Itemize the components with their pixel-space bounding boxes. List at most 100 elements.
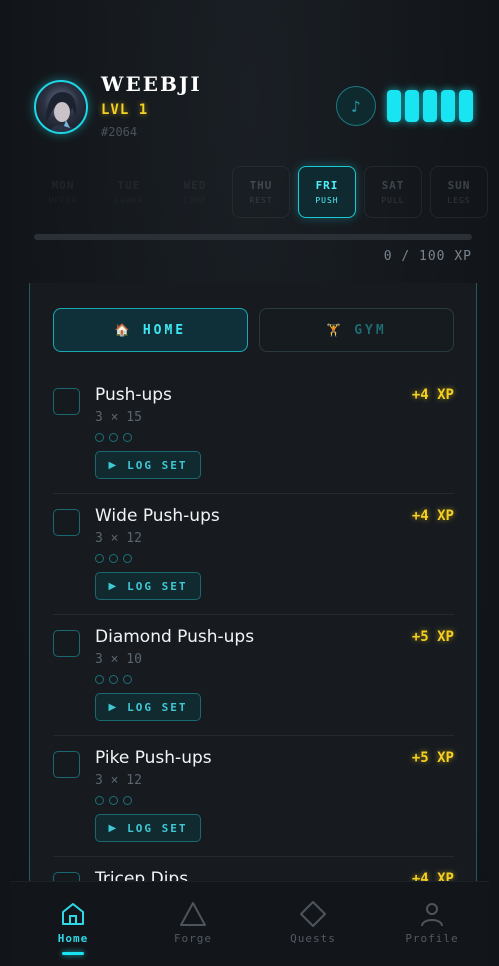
day-workout: PULL [381, 196, 405, 205]
xp-reward: +5 XP [411, 629, 454, 645]
play-icon: ▶ [108, 701, 119, 713]
set-dot [95, 796, 104, 805]
play-icon: ▶ [108, 580, 119, 592]
house-icon: 🏠 [114, 323, 133, 337]
exercise-checkbox[interactable] [53, 509, 80, 536]
user-icon [421, 903, 443, 927]
avatar[interactable] [34, 80, 88, 134]
day-workout: PUSH [315, 196, 339, 205]
xp-reward: +5 XP [411, 750, 454, 766]
xp-reward: +4 XP [411, 871, 454, 881]
set-progress-dots [95, 433, 132, 442]
log-set-label: LOG SET [127, 458, 188, 472]
nav-label: Profile [405, 932, 459, 945]
tab-home[interactable]: 🏠 HOME [53, 308, 248, 352]
nav-label: Home [57, 932, 89, 945]
log-set-button[interactable]: ▶ LOG SET [95, 572, 201, 600]
energy-bar [441, 90, 455, 122]
day-sat[interactable]: SAT PULL [364, 166, 422, 218]
xp-reward: +4 XP [411, 387, 454, 403]
bottom-nav: Home Forge Quests Profile [10, 881, 489, 966]
day-workout: UPPER [48, 196, 78, 205]
set-dot [123, 433, 132, 442]
energy-bar [423, 90, 437, 122]
set-dot [109, 675, 118, 684]
log-set-label: LOG SET [127, 579, 188, 593]
set-dot [109, 433, 118, 442]
day-name: FRI [315, 179, 339, 192]
energy-meter [387, 90, 473, 122]
tab-gym[interactable]: 🏋 GYM [259, 308, 454, 352]
exercise-checkbox[interactable] [53, 630, 80, 657]
exercise-sets: 3 × 10 [95, 652, 142, 667]
location-tabs: 🏠 HOME 🏋 GYM [53, 308, 454, 352]
day-name: WED [183, 179, 207, 192]
exercise-name: Push-ups [95, 385, 172, 405]
exercise-name: Pike Push-ups [95, 748, 212, 768]
day-workout: LEGS [447, 196, 471, 205]
day-name: TUE [117, 179, 141, 192]
log-set-label: LOG SET [127, 821, 188, 835]
home-icon [62, 903, 84, 925]
exercise-name: Tricep Dips [95, 869, 189, 881]
day-workout: LOWER [114, 196, 144, 205]
exercise-checkbox[interactable] [53, 751, 80, 778]
set-progress-dots [95, 796, 132, 805]
day-tue[interactable]: TUE LOWER [100, 166, 158, 218]
dumbbell-icon: 🏋 [326, 323, 345, 337]
username: WEEBJI [101, 72, 202, 96]
day-sun[interactable]: SUN LEGS [430, 166, 488, 218]
set-dot [109, 554, 118, 563]
set-dot [123, 554, 132, 563]
play-icon: ▶ [108, 459, 119, 471]
exercise-item: Diamond Push-ups 3 × 10 ▶ LOG SET +5 XP [53, 615, 454, 736]
exercise-checkbox[interactable] [53, 388, 80, 415]
nav-quests[interactable]: Quests [263, 900, 363, 945]
exercise-sets: 3 × 12 [95, 531, 142, 546]
energy-bar [387, 90, 401, 122]
nav-home[interactable]: Home [23, 900, 123, 955]
set-dot [123, 675, 132, 684]
set-dot [95, 554, 104, 563]
exercise-checkbox[interactable] [53, 872, 80, 881]
energy-bar [459, 90, 473, 122]
music-note-icon: ♪ [351, 96, 361, 116]
day-fri[interactable]: FRI PUSH [298, 166, 356, 218]
level-badge: LVL 1 [101, 102, 149, 118]
tab-label: HOME [142, 322, 187, 338]
day-name: SUN [447, 179, 471, 192]
set-dot [123, 796, 132, 805]
diamond-icon [300, 901, 326, 927]
nav-label: Forge [173, 932, 213, 945]
day-name: SAT [381, 179, 405, 192]
day-name: MON [51, 179, 75, 192]
log-set-label: LOG SET [127, 700, 188, 714]
log-set-button[interactable]: ▶ LOG SET [95, 693, 201, 721]
day-thu[interactable]: THU REST [232, 166, 290, 218]
day-workout: REST [249, 196, 273, 205]
xp-reward: +4 XP [411, 508, 454, 524]
xp-progress-bar [34, 234, 472, 240]
tab-label: GYM [354, 322, 387, 338]
app-screen: WEEBJI LVL 1 #2064 ♪ MON UPPER TUE LOWER… [10, 0, 489, 966]
log-set-button[interactable]: ▶ LOG SET [95, 451, 201, 479]
set-progress-dots [95, 675, 132, 684]
exercise-sets: 3 × 12 [95, 773, 142, 788]
workout-panel: 🏠 HOME 🏋 GYM Push-ups 3 × 15 ▶ LOG SET +… [29, 283, 477, 881]
xp-label: 0 / 100 XP [383, 249, 472, 264]
log-set-button[interactable]: ▶ LOG SET [95, 814, 201, 842]
nav-label: Quests [290, 932, 336, 945]
day-workout: CORE [183, 196, 207, 205]
set-dot [95, 675, 104, 684]
exercise-item: Pike Push-ups 3 × 12 ▶ LOG SET +5 XP [53, 736, 454, 857]
day-name: THU [249, 179, 273, 192]
music-button[interactable]: ♪ [336, 86, 376, 126]
exercise-name: Wide Push-ups [95, 506, 220, 526]
nav-profile[interactable]: Profile [382, 900, 482, 945]
day-mon[interactable]: MON UPPER [34, 166, 92, 218]
exercise-list: Push-ups 3 × 15 ▶ LOG SET +4 XP Wide Pus… [53, 373, 454, 881]
exercise-name: Diamond Push-ups [95, 627, 255, 647]
nav-forge[interactable]: Forge [143, 900, 243, 945]
energy-bar [405, 90, 419, 122]
day-wed[interactable]: WED CORE [166, 166, 224, 218]
